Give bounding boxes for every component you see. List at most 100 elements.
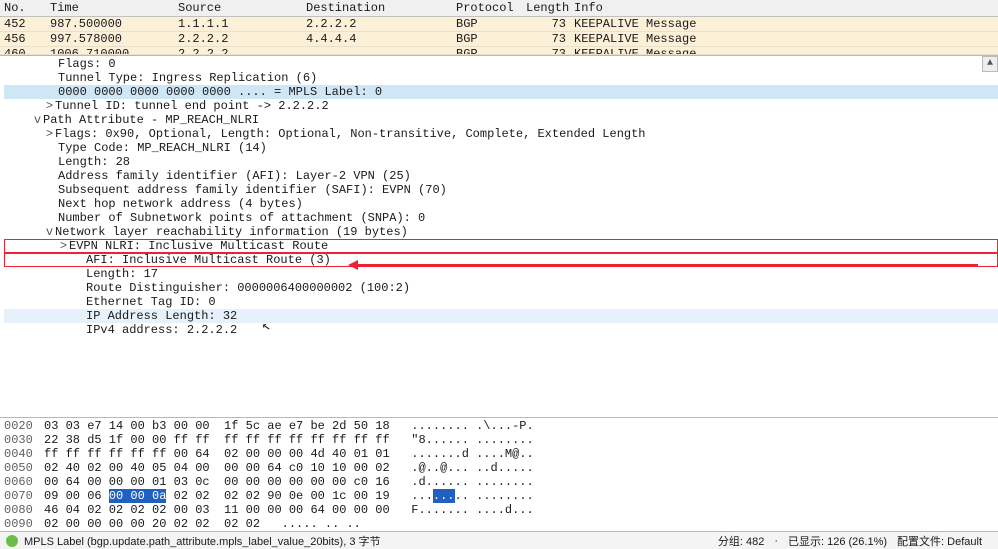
detail-line-path-attribute[interactable]: vPath Attribute - MP_REACH_NLRI	[4, 113, 998, 127]
detail-line-mpls-label[interactable]: 0000 0000 0000 0000 0000 .... = MPLS Lab…	[4, 85, 998, 99]
cell-dst: 2.2.2.2	[306, 17, 456, 31]
detail-label: EVPN NLRI: Inclusive Multicast Route	[69, 239, 328, 253]
hex-selection: 00 00 0a	[109, 489, 167, 503]
detail-line[interactable]: IPv4 address: 2.2.2.2	[4, 323, 998, 337]
status-profile[interactable]: 配置文件: Default	[897, 533, 982, 549]
detail-label: Path Attribute - MP_REACH_NLRI	[43, 113, 259, 127]
packet-row[interactable]: 456 997.578000 2.2.2.2 4.4.4.4 BGP 73 KE…	[0, 32, 998, 47]
status-indicator-icon	[6, 535, 18, 547]
detail-line[interactable]: >Flags: 0x90, Optional, Length: Optional…	[4, 127, 998, 141]
detail-label: Tunnel ID: tunnel end point -> 2.2.2.2	[55, 99, 329, 113]
hex-bytes: 09 00 06 00 00 0a 02 02 02 02 90 0e 00 1…	[44, 489, 390, 503]
hex-row[interactable]: 008046 04 02 02 02 02 00 03 11 00 00 00 …	[4, 503, 998, 517]
hex-ascii: .d...... ........	[411, 475, 533, 489]
hex-row[interactable]: 005002 40 02 00 40 05 04 00 00 00 64 c0 …	[4, 461, 998, 475]
cell-time: 1006.710000	[50, 47, 178, 54]
col-len[interactable]: Length	[526, 1, 574, 15]
detail-line[interactable]: Route Distinguisher: 0000006400000002 (1…	[4, 281, 998, 295]
status-dot: ·	[774, 535, 778, 547]
hex-row[interactable]: 006000 64 00 00 00 01 03 0c 00 00 00 00 …	[4, 475, 998, 489]
caret-icon[interactable]: >	[44, 99, 55, 113]
hex-offset: 0070	[4, 489, 44, 503]
hex-bytes: 02 40 02 00 40 05 04 00 00 00 64 c0 10 1…	[44, 461, 390, 475]
col-no[interactable]: No.	[0, 1, 50, 15]
hex-row[interactable]: 002003 03 e7 14 00 b3 00 00 1f 5c ae e7 …	[4, 419, 998, 433]
col-time[interactable]: Time	[50, 1, 178, 15]
detail-line-ip-addr-len[interactable]: IP Address Length: 32	[4, 309, 998, 323]
detail-line[interactable]: Length: 28	[4, 155, 998, 169]
packet-row[interactable]: 460 1006.710000 2.2.2.2 BGP 73 KEEPALIVE…	[0, 47, 998, 55]
chevron-up-icon: ▲	[987, 57, 993, 71]
cell-time: 997.578000	[50, 32, 178, 46]
packet-details[interactable]: ▲ Flags: 0 Tunnel Type: Ingress Replicat…	[0, 56, 998, 418]
hex-ascii: .@..@... ..d.....	[411, 461, 533, 475]
status-packet-count: 分组: 482	[718, 533, 764, 549]
cell-proto: BGP	[456, 47, 526, 54]
detail-line[interactable]: Next hop network address (4 bytes)	[4, 197, 998, 211]
caret-icon[interactable]: v	[32, 113, 43, 127]
cell-len: 73	[526, 17, 574, 31]
hex-offset: 0090	[4, 517, 44, 531]
col-src[interactable]: Source	[178, 1, 306, 15]
hex-pane[interactable]: 002003 03 e7 14 00 b3 00 00 1f 5c ae e7 …	[0, 418, 998, 531]
hex-bytes: 00 64 00 00 00 01 03 0c 00 00 00 00 00 0…	[44, 475, 390, 489]
col-info[interactable]: Info	[574, 1, 998, 15]
cell-proto: BGP	[456, 17, 526, 31]
detail-line-evpn-nlri[interactable]: >EVPN NLRI: Inclusive Multicast Route	[4, 239, 998, 253]
cell-no: 460	[0, 47, 50, 54]
cell-src: 2.2.2.2	[178, 47, 306, 54]
detail-line[interactable]: Address family identifier (AFI): Layer-2…	[4, 169, 998, 183]
hex-offset: 0030	[4, 433, 44, 447]
detail-line[interactable]: Number of Subnetwork points of attachmen…	[4, 211, 998, 225]
annotation-arrow	[358, 264, 978, 266]
hex-offset: 0020	[4, 419, 44, 433]
detail-line[interactable]: Flags: 0	[4, 57, 998, 71]
hex-row[interactable]: 0040ff ff ff ff ff ff 00 64 02 00 00 00 …	[4, 447, 998, 461]
hex-bytes: ff ff ff ff ff ff 00 64 02 00 00 00 4d 4…	[44, 447, 390, 461]
detail-line[interactable]: Ethernet Tag ID: 0	[4, 295, 998, 309]
hex-ascii: ..... .. ..	[282, 517, 361, 531]
col-proto[interactable]: Protocol	[456, 1, 526, 15]
hex-offset: 0060	[4, 475, 44, 489]
cell-info: KEEPALIVE Message	[574, 17, 998, 31]
hex-row[interactable]: 007009 00 06 00 00 0a 02 02 02 02 90 0e …	[4, 489, 998, 503]
caret-icon[interactable]: >	[58, 239, 69, 253]
hex-offset: 0080	[4, 503, 44, 517]
cell-len: 73	[526, 47, 574, 54]
cell-time: 987.500000	[50, 17, 178, 31]
detail-line[interactable]: Length: 17	[4, 267, 998, 281]
status-bar: MPLS Label (bgp.update.path_attribute.mp…	[0, 531, 998, 549]
status-field[interactable]: MPLS Label (bgp.update.path_attribute.mp…	[24, 533, 381, 549]
detail-label: Flags: 0x90, Optional, Length: Optional,…	[55, 127, 646, 141]
hex-ascii: .......d ....M@..	[411, 447, 533, 461]
annotation-arrow-head	[348, 260, 358, 270]
cell-proto: BGP	[456, 32, 526, 46]
hex-ascii: F....... ....d...	[411, 503, 533, 517]
hex-bytes: 46 04 02 02 02 02 00 03 11 00 00 00 64 0…	[44, 503, 390, 517]
hex-row[interactable]: 009002 00 00 00 00 20 02 02 02 02 ..... …	[4, 517, 998, 531]
hex-offset: 0050	[4, 461, 44, 475]
hex-bytes: 22 38 d5 1f 00 00 ff ff ff ff ff ff ff f…	[44, 433, 390, 447]
detail-line[interactable]: Subsequent address family identifier (SA…	[4, 183, 998, 197]
detail-line[interactable]: >Tunnel ID: tunnel end point -> 2.2.2.2	[4, 99, 998, 113]
caret-icon[interactable]: v	[44, 225, 55, 239]
detail-line[interactable]: Type Code: MP_REACH_NLRI (14)	[4, 141, 998, 155]
cell-len: 73	[526, 32, 574, 46]
status-displayed-count: 已显示: 126 (26.1%)	[788, 533, 887, 549]
hex-row[interactable]: 003022 38 d5 1f 00 00 ff ff ff ff ff ff …	[4, 433, 998, 447]
detail-label: Network layer reachability information (…	[55, 225, 408, 239]
hex-bytes: 03 03 e7 14 00 b3 00 00 1f 5c ae e7 be 2…	[44, 419, 390, 433]
hex-ascii: ........ .\...-P.	[411, 419, 533, 433]
detail-line[interactable]: Tunnel Type: Ingress Replication (6)	[4, 71, 998, 85]
hex-ascii: ........ ........	[411, 489, 533, 503]
packet-row[interactable]: 452 987.500000 1.1.1.1 2.2.2.2 BGP 73 KE…	[0, 17, 998, 32]
detail-line[interactable]: vNetwork layer reachability information …	[4, 225, 998, 239]
col-dst[interactable]: Destination	[306, 1, 456, 15]
cell-src: 1.1.1.1	[178, 17, 306, 31]
hex-bytes: 02 00 00 00 00 20 02 02 02 02	[44, 517, 260, 531]
scroll-up-button[interactable]: ▲	[982, 56, 998, 72]
caret-icon[interactable]: >	[44, 127, 55, 141]
cell-info: KEEPALIVE Message	[574, 47, 998, 54]
hex-ascii: "8...... ........	[411, 433, 533, 447]
cell-dst: 4.4.4.4	[306, 32, 456, 46]
